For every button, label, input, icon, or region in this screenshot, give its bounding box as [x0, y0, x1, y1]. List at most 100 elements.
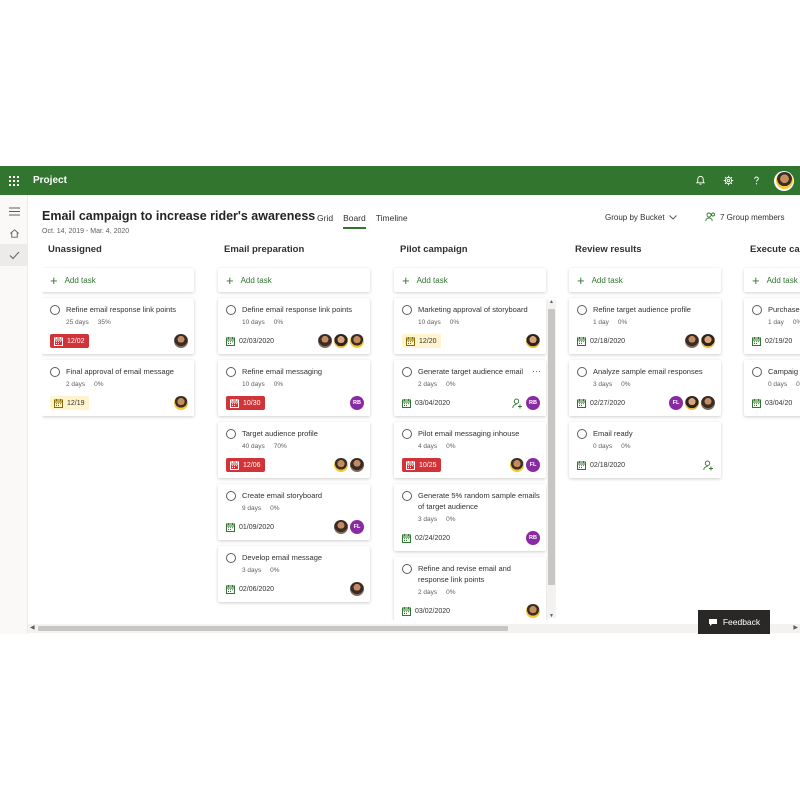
add-task-button[interactable]: + Add task [744, 268, 800, 292]
due-date-badge[interactable]: 02/06/2020 [226, 582, 278, 596]
due-date-badge[interactable]: 02/18/2020 [577, 458, 629, 472]
complete-task-checkbox[interactable] [50, 367, 60, 377]
assignee-avatar[interactable]: FL [350, 520, 364, 534]
group-members-button[interactable]: 7 Group members [705, 212, 784, 222]
bell-icon[interactable] [686, 166, 714, 195]
assignee-avatar[interactable] [350, 582, 364, 596]
bucket-title[interactable]: Review results [569, 244, 721, 262]
bucket-title[interactable]: Execute cam [744, 244, 800, 262]
task-title[interactable]: Purchase target au [768, 304, 800, 315]
due-date-badge[interactable]: 10/25 [402, 458, 441, 472]
tab-timeline[interactable]: Timeline [376, 213, 408, 229]
complete-task-checkbox[interactable] [752, 305, 762, 315]
task-card[interactable]: Refine and revise email and response lin… [394, 557, 546, 620]
assign-person-icon[interactable] [701, 458, 715, 472]
complete-task-checkbox[interactable] [577, 305, 587, 315]
assignee-avatar[interactable] [334, 520, 348, 534]
assignee-avatar[interactable] [174, 396, 188, 410]
task-title[interactable]: Target audience profile [242, 428, 318, 439]
complete-task-checkbox[interactable] [577, 429, 587, 439]
assignee-avatar[interactable]: RB [526, 396, 540, 410]
complete-task-checkbox[interactable] [402, 491, 412, 501]
assignee-avatar[interactable] [526, 604, 540, 618]
due-date-badge[interactable]: 12/20 [402, 334, 441, 348]
add-task-button[interactable]: + Add task [42, 268, 194, 292]
task-title[interactable]: Final approval of email message [66, 366, 174, 377]
due-date-badge[interactable]: 01/09/2020 [226, 520, 278, 534]
checkmark-icon[interactable] [0, 244, 28, 266]
task-card[interactable]: Marketing approval of storyboard 10 days 0… [394, 298, 546, 354]
add-task-button[interactable]: + Add task [569, 268, 721, 292]
task-card[interactable]: Generate target audience email ··· 2 days 0… [394, 360, 546, 416]
assign-person-icon[interactable] [510, 396, 524, 410]
complete-task-checkbox[interactable] [226, 429, 236, 439]
bucket-title[interactable]: Pilot campaign [394, 244, 546, 262]
task-card[interactable]: Target audience profile 40 days 70% 12/06 [218, 422, 370, 478]
assignee-avatar[interactable] [685, 334, 699, 348]
task-card[interactable]: Define email response link points 10 days… [218, 298, 370, 354]
add-task-button[interactable]: + Add task [394, 268, 546, 292]
due-date-badge[interactable]: 02/03/2020 [226, 334, 278, 348]
app-title[interactable]: Project [33, 175, 67, 186]
tab-grid[interactable]: Grid [317, 213, 333, 229]
complete-task-checkbox[interactable] [226, 305, 236, 315]
complete-task-checkbox[interactable] [402, 367, 412, 377]
task-title[interactable]: Develop email message [242, 552, 322, 563]
complete-task-checkbox[interactable] [226, 491, 236, 501]
due-date-badge[interactable]: 12/19 [50, 396, 89, 410]
due-date-badge[interactable]: 03/04/20 [752, 396, 796, 410]
task-card[interactable]: Purchase target au 1 day 0% 02/19/20 [744, 298, 800, 354]
task-card[interactable]: Refine target audience profile 1 day 0% 02/… [569, 298, 721, 354]
column-scrollbar[interactable]: ▲ ▼ [547, 299, 556, 619]
hamburger-menu-icon[interactable] [0, 200, 28, 222]
task-title[interactable]: Generate 5% random sample emails of targ… [418, 490, 540, 512]
task-title[interactable]: Refine email messaging [242, 366, 322, 377]
task-card[interactable]: Final approval of email message 2 days 0% 1… [42, 360, 194, 416]
assignee-avatar[interactable]: RB [350, 396, 364, 410]
bucket-title[interactable]: Email preparation [218, 244, 370, 262]
due-date-badge[interactable]: 12/06 [226, 458, 265, 472]
scroll-down-icon[interactable]: ▼ [547, 613, 556, 619]
home-icon[interactable] [0, 222, 28, 244]
app-launcher-icon[interactable] [0, 166, 28, 195]
assignee-avatar[interactable] [701, 334, 715, 348]
tab-board[interactable]: Board [343, 213, 366, 229]
assignee-avatar[interactable] [174, 334, 188, 348]
scroll-up-icon[interactable]: ▲ [547, 299, 556, 305]
assignee-avatar[interactable] [526, 334, 540, 348]
complete-task-checkbox[interactable] [577, 367, 587, 377]
due-date-badge[interactable]: 02/24/2020 [402, 531, 454, 545]
complete-task-checkbox[interactable] [752, 367, 762, 377]
group-by-dropdown[interactable]: Group by Bucket [605, 213, 677, 222]
task-title[interactable]: Campaig [768, 366, 798, 377]
task-card[interactable]: Campaig 0 days 0% 03/04/20 [744, 360, 800, 416]
task-card[interactable]: Email ready 0 days 0% 02/18/2020 [569, 422, 721, 478]
due-date-badge[interactable]: 02/19/20 [752, 334, 796, 348]
task-title[interactable]: Analyze sample email responses [593, 366, 703, 377]
assignee-avatar[interactable]: FL [526, 458, 540, 472]
task-title[interactable]: Define email response link points [242, 304, 352, 315]
task-title[interactable]: Generate target audience email [418, 366, 523, 377]
complete-task-checkbox[interactable] [402, 564, 412, 574]
task-title[interactable]: Marketing approval of storyboard [418, 304, 528, 315]
complete-task-checkbox[interactable] [402, 305, 412, 315]
assignee-avatar[interactable]: RB [526, 531, 540, 545]
complete-task-checkbox[interactable] [226, 553, 236, 563]
add-task-button[interactable]: + Add task [218, 268, 370, 292]
complete-task-checkbox[interactable] [50, 305, 60, 315]
scroll-left-icon[interactable]: ◀ [30, 624, 35, 631]
column-scrollbar-thumb[interactable] [548, 309, 555, 585]
help-icon[interactable] [742, 166, 770, 195]
scroll-right-icon[interactable]: ▶ [793, 624, 798, 631]
task-title[interactable]: Refine email response link points [66, 304, 176, 315]
bucket-title[interactable]: Unassigned [42, 244, 194, 262]
feedback-button[interactable]: Feedback [698, 610, 770, 634]
task-title[interactable]: Pilot email messaging inhouse [418, 428, 519, 439]
task-title[interactable]: Refine target audience profile [593, 304, 691, 315]
task-card[interactable]: Analyze sample email responses 3 days 0% 02… [569, 360, 721, 416]
due-date-badge[interactable]: 03/04/2020 [402, 396, 454, 410]
assignee-avatar[interactable] [350, 334, 364, 348]
task-title[interactable]: Refine and revise email and response lin… [418, 563, 540, 585]
due-date-badge[interactable]: 12/02 [50, 334, 89, 348]
assignee-avatar[interactable] [334, 334, 348, 348]
